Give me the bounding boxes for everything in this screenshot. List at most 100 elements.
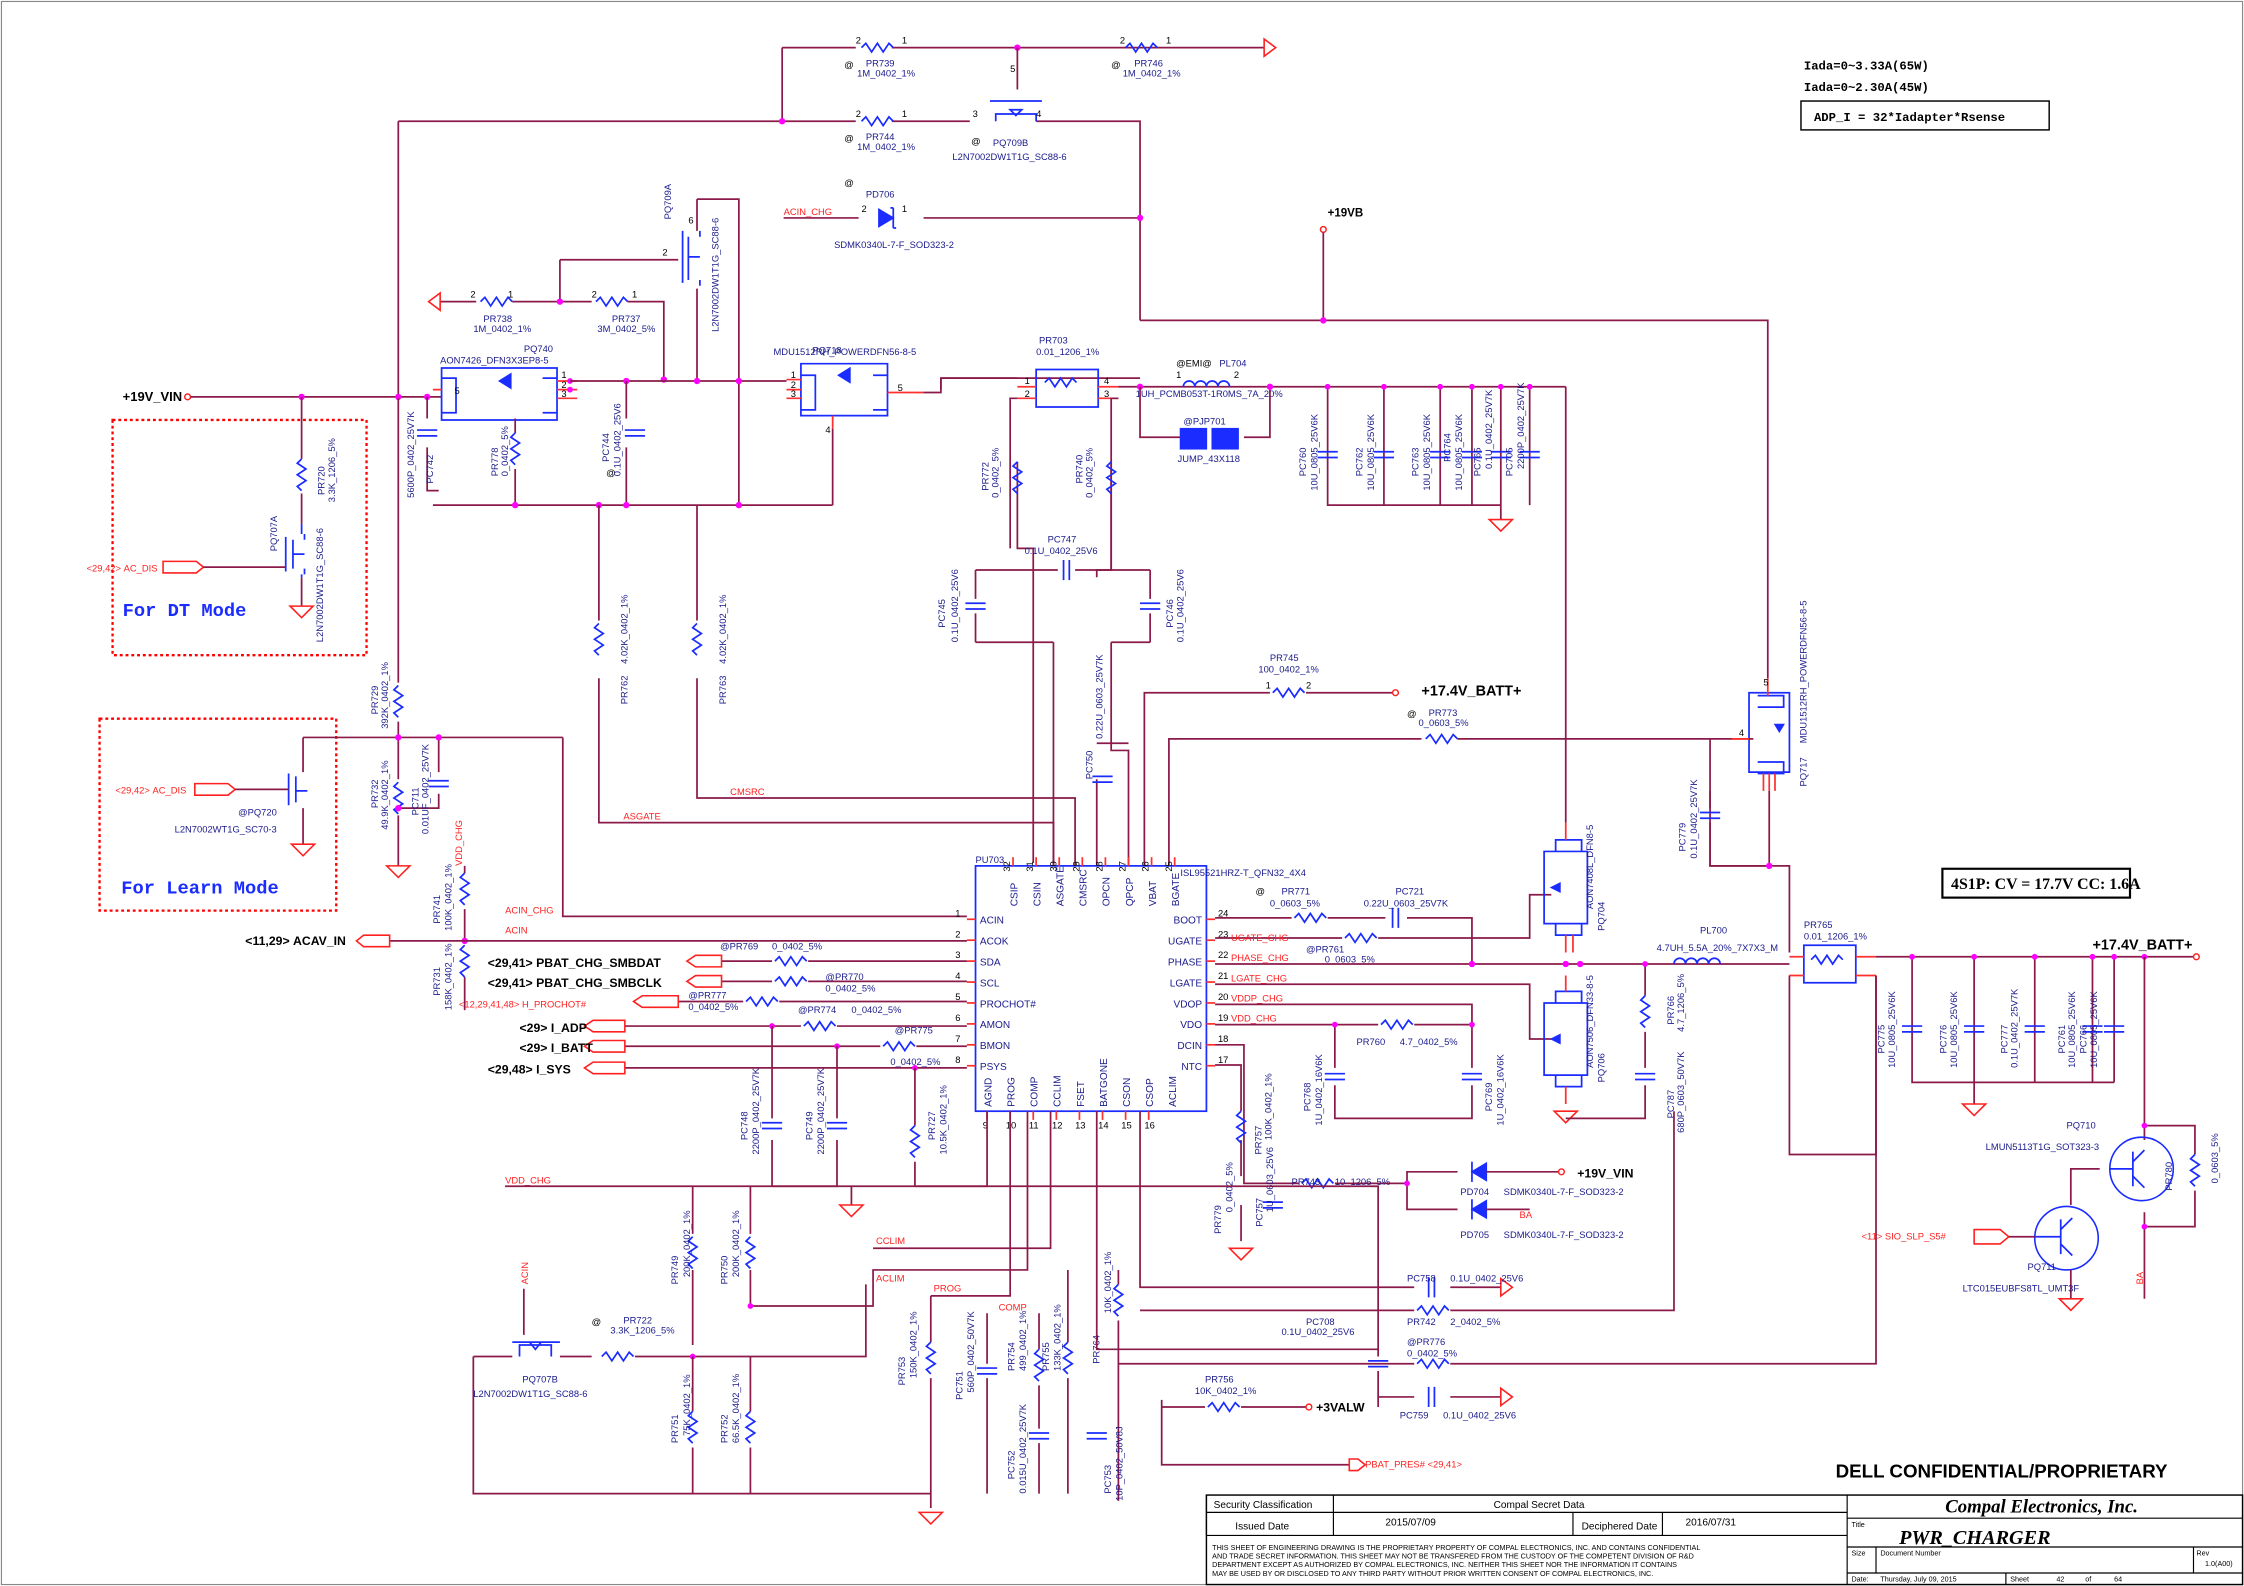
label-pc750: PC750	[1084, 751, 1094, 780]
label-pr727: PR727	[927, 1111, 937, 1140]
svg-text:SDMK0340L-7-F_SOD323-2: SDMK0340L-7-F_SOD323-2	[834, 240, 954, 250]
svg-text:1: 1	[561, 370, 566, 380]
svg-text:2: 2	[856, 109, 861, 119]
ic-pin-label: CSIN	[1032, 882, 1043, 906]
svg-text:5: 5	[1010, 64, 1015, 74]
deciphered-label: Deciphered Date	[1582, 1522, 1658, 1533]
label-pr741: PR741	[432, 895, 442, 924]
svg-text:4: 4	[825, 425, 830, 435]
ic-pin-number: 7	[955, 1034, 960, 1044]
label-pr771: PR771	[1281, 887, 1310, 897]
label-pr738: PR738	[483, 314, 512, 324]
left-signals: ACIN_CHG ACIN <11,29> ACAV_IN <29,41> PB…	[245, 905, 988, 1218]
label-pq717: PQ717	[1799, 757, 1809, 786]
label-pr777: @PR777	[688, 991, 726, 1001]
ic-pin-number: 28	[1095, 861, 1105, 871]
net-ugate: UGATE_CHG	[1231, 933, 1289, 943]
ic-pin-number: 25	[1164, 861, 1174, 871]
ic-pin-label: PROCHOT#	[980, 999, 1036, 1010]
svg-text:0.1U_0402_25V7K: 0.1U_0402_25V7K	[1484, 389, 1494, 469]
pq717-section: 54 PQ717 MDU1512RH_POWERDFN56-8-5 PC779 …	[1678, 600, 1809, 953]
svg-text:0.1U_0402_25V7K: 0.1U_0402_25V7K	[1689, 779, 1699, 859]
label-pr754: PR754	[1006, 1342, 1016, 1371]
svg-text:2200P_0402_25V7K: 2200P_0402_25V7K	[751, 1067, 761, 1154]
ic-pin-number: 27	[1118, 861, 1128, 871]
svg-text:4: 4	[1036, 109, 1041, 119]
svg-text:@: @	[844, 133, 854, 143]
ic-pin-label: AGND	[983, 1078, 994, 1107]
label-pc711: PC711	[410, 787, 420, 815]
svg-text:0_0402_5%: 0_0402_5%	[772, 942, 822, 952]
label-pq709b: PQ709B	[993, 138, 1028, 148]
svg-text:2200P_0402_25V7K: 2200P_0402_25V7K	[816, 1067, 826, 1154]
ic-pin-number: 14	[1098, 1121, 1108, 1131]
svg-text:0.1U_0402_25V6: 0.1U_0402_25V6	[950, 569, 960, 642]
net-vdd-chg-vert: VDD_CHG	[454, 820, 464, 866]
svg-text:2: 2	[856, 35, 861, 45]
label-pc763: PC763	[1411, 448, 1421, 477]
svg-text:MDU1512RH_POWERDFN56-8-5: MDU1512RH_POWERDFN56-8-5	[773, 347, 916, 357]
sheet-total: 64	[2114, 1575, 2122, 1584]
ic-pin-label: BMON	[980, 1041, 1010, 1052]
label-pr780: PR780	[2164, 1162, 2174, 1191]
svg-text:3.3K_1206_5%: 3.3K_1206_5%	[610, 1325, 674, 1335]
docnum-label: Document Number	[1880, 1549, 1941, 1558]
note-iada-65w: Iada=0~3.33A(65W)	[1804, 59, 1929, 73]
svg-text:4.7_1206_5%: 4.7_1206_5%	[1676, 974, 1686, 1032]
offpage-ac-dis-dt: <29,42> AC_DIS	[87, 563, 158, 573]
note-adp-formula: ADP_I = 32*Iadapter*Rsense	[1814, 111, 2005, 125]
svg-text:2_0402_5%: 2_0402_5%	[1450, 1317, 1500, 1327]
svg-text:0_0603_5%: 0_0603_5%	[1325, 955, 1375, 965]
net-vdd-chg-19: VDD_CHG	[1231, 1014, 1277, 1024]
power-stage: @ PR771 0_0603_5% PC721 0.22U_0603_25V7K…	[1215, 386, 2200, 1156]
ic-pin-number: 13	[1075, 1121, 1085, 1131]
ic-pin-label: BOOT	[1173, 916, 1202, 927]
svg-text:1M_0402_1%: 1M_0402_1%	[857, 142, 915, 152]
svg-text:10U_0805_25V6K: 10U_0805_25V6K	[1310, 413, 1320, 490]
ic-part: ISL95521HRZ-T_QFN32_4X4	[1180, 868, 1306, 878]
svg-text:SDMK0340L-7-F_SOD323-2: SDMK0340L-7-F_SOD323-2	[1504, 1230, 1624, 1240]
label-pc775: PC775	[1877, 1025, 1887, 1054]
svg-text:66.5K_0402_1%: 66.5K_0402_1%	[731, 1374, 741, 1443]
rev-value: 1.0(A00)	[2205, 1559, 2233, 1568]
svg-text:1M_0402_1%: 1M_0402_1%	[473, 324, 531, 334]
label-pr722: PR722	[623, 1315, 652, 1325]
svg-text:5: 5	[1763, 677, 1768, 687]
svg-text:0.1U_0402_25V6: 0.1U_0402_25V6	[613, 403, 623, 476]
label-pr753: PR753	[897, 1357, 907, 1386]
svg-text:1: 1	[902, 35, 907, 45]
svg-text:AON7506_DFN33-8-5: AON7506_DFN33-8-5	[1585, 975, 1595, 1068]
svg-text:@: @	[592, 1317, 602, 1327]
lower-network: VDD_CHG PR749 200K_0402_1% PR750 200K_04…	[472, 975, 1877, 1525]
label-pd706: PD706	[866, 190, 895, 200]
svg-text:2: 2	[592, 289, 597, 299]
learn-mode-label: For Learn Mode	[121, 877, 279, 899]
svg-text:SDMK0340L-7-F_SOD323-2: SDMK0340L-7-F_SOD323-2	[1504, 1187, 1624, 1197]
ic-pin-number: 16	[1144, 1121, 1154, 1131]
svg-text:LMUN5113T1G_SOT323-3: LMUN5113T1G_SOT323-3	[1986, 1142, 2099, 1152]
ic-pin-label: QPCP	[1125, 877, 1136, 906]
svg-text:JUMP_43X118: JUMP_43X118	[1178, 454, 1240, 464]
ic-ref: PU703	[976, 855, 1005, 865]
svg-text:499_0402_1%: 499_0402_1%	[1018, 1310, 1028, 1370]
label-pc765: PC765	[1473, 448, 1483, 477]
svg-text:0_0402_5%: 0_0402_5%	[1407, 1349, 1457, 1359]
svg-text:MDU1512RH_POWERDFN56-8-5: MDU1512RH_POWERDFN56-8-5	[1799, 600, 1809, 743]
svg-text:1: 1	[1176, 370, 1181, 380]
svg-text:0_0603_5%: 0_0603_5%	[1270, 898, 1320, 908]
ic-pin-label: BATGONE	[1099, 1058, 1110, 1107]
offpage-pbat-pres: PBAT_PRES# <29,41>	[1365, 1460, 1462, 1470]
sense-lines: PR762 4.02K_0402_1% PR763 4.02K_0402_1% …	[593, 448, 1185, 866]
label-pr752: PR752	[719, 1414, 729, 1443]
rail-19v-vin-diode: +19V_VIN	[1577, 1167, 1633, 1181]
ic-pin-number: 15	[1121, 1121, 1131, 1131]
ic-pin-number: 1	[955, 908, 960, 918]
svg-text:4: 4	[1739, 728, 1744, 738]
title-block: DELL CONFIDENTIAL/PROPRIETARY Security C…	[1205, 1461, 2244, 1586]
security-value: Compal Secret Data	[1494, 1500, 1585, 1511]
schematic: Iada=0~3.33A(65W) Iada=0~2.30A(45W) ADP_…	[0, 0, 2244, 1586]
svg-text:100K_0402_1%: 100K_0402_1%	[1263, 1073, 1273, 1140]
ic-pin-label: SDA	[980, 957, 1001, 968]
ic-pin-label: COMP	[1030, 1076, 1041, 1107]
label-pc766: PC766	[2079, 1025, 2089, 1054]
